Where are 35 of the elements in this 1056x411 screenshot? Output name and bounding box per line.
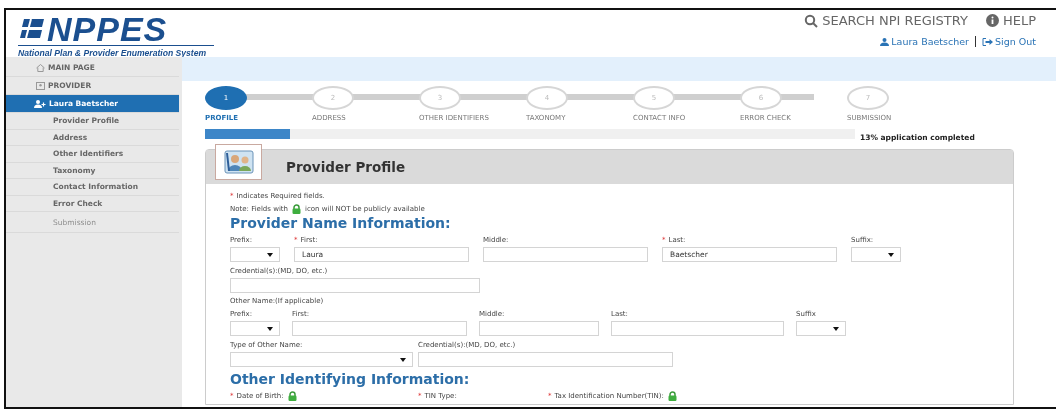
profile-picture-icon [215,144,262,180]
section-heading: Other Identifying Information: [230,371,471,388]
dropdown[interactable] [796,321,846,336]
text-field[interactable] [418,352,673,367]
sign-out-link[interactable]: Sign Out [982,36,1036,47]
caret-icon [267,252,273,257]
dropdown[interactable] [230,352,413,367]
text-field[interactable] [230,278,480,293]
logo-title: NPPES [47,14,168,44]
text-field[interactable] [479,321,599,336]
dropdown[interactable] [230,321,280,336]
caret-icon [833,326,839,331]
logo-subtitle: National Plan & Provider Enumeration System [18,48,208,58]
header-link[interactable]: HELP [985,13,1036,28]
dropdown[interactable] [230,247,280,262]
caret-icon [400,357,406,362]
id-card-icon [36,81,45,90]
text-field[interactable] [483,247,648,262]
caret-icon [267,326,273,331]
home-icon [36,63,45,72]
section-heading: Provider Name Information: [230,215,452,232]
user-add-icon [34,99,46,108]
text-field[interactable] [292,321,467,336]
info-icon [985,14,999,27]
lock-icon [291,203,303,214]
caret-icon [888,252,894,257]
dropdown[interactable] [851,247,901,262]
sign-out-icon [982,37,994,46]
user-link[interactable]: Laura Baetscher [880,36,970,47]
panel-title: Provider Profile [286,159,406,175]
text-field[interactable] [611,321,784,336]
header-link[interactable]: SEARCH NPI REGISTRY [804,13,968,28]
search-icon [804,13,819,28]
logo-mark-icon [18,19,44,39]
user-icon [880,37,890,46]
